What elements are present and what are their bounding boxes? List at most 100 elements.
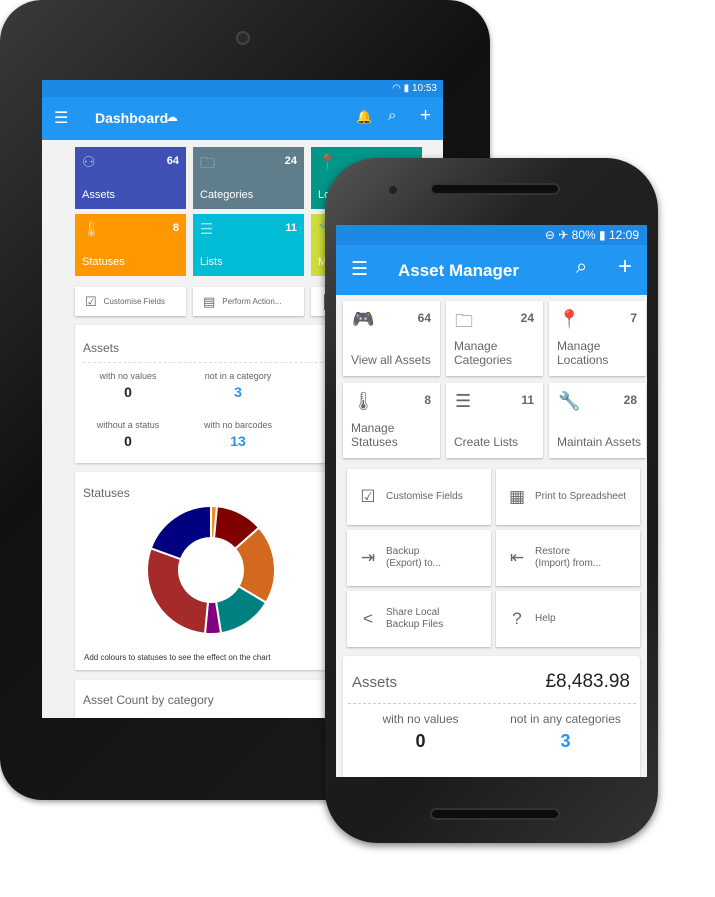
tile-label: Categories [200, 189, 254, 201]
phone-camera [388, 185, 398, 195]
card-title: Statuses [83, 486, 130, 500]
action-button[interactable]: ▤ Perform Action... [193, 287, 304, 316]
wifi-icon: ◠ ▮ [392, 83, 412, 94]
action-label: Share Local Backup Files [386, 607, 444, 630]
asset-stat[interactable]: without a status 0 [73, 420, 183, 449]
cloud-icon[interactable]: ☁ [166, 110, 178, 124]
donut-slice-5 [146, 547, 210, 635]
tile-label: Lists [200, 256, 223, 268]
app-title: Asset Manager [398, 261, 519, 280]
plus-icon[interactable]: + [618, 253, 632, 281]
phone-tile-2[interactable]: 📍 7 Manage Locations [549, 301, 646, 376]
phone-tile-0[interactable]: 🎮 64 View all Assets [343, 301, 440, 376]
wrench-icon: 🔧 [558, 391, 581, 411]
asset-stat[interactable]: not in any categories 3 [493, 712, 638, 752]
tile-label: View all Assets [351, 353, 431, 367]
excel-icon: ▦ [508, 487, 526, 506]
tile-4[interactable]: ☰ 11 Lists [193, 214, 304, 276]
tile-0[interactable]: ⚇ 64 Assets [75, 147, 186, 209]
stat-label: not in any categories [510, 712, 621, 726]
share-icon: < [363, 609, 373, 628]
card-title: Assets [83, 341, 120, 355]
checkbox-icon: ☑ [85, 293, 97, 309]
phone-toolbar: ☰ Asset Manager ⌕ + [336, 245, 647, 295]
checkbox-icon: ☑ [360, 487, 376, 506]
status-time: 10:53 [411, 83, 437, 94]
location-icon: 📍 [558, 309, 581, 329]
tablet-toolbar: ☰ Dashboard ☁ 🔔 ⌕ + [42, 97, 443, 140]
action-label: Backup (Export) to... [386, 546, 442, 569]
plus-icon[interactable]: + [420, 105, 431, 127]
do-not-disturb-icon: ⊖ [544, 228, 559, 242]
action-button[interactable]: ☑ Customise Fields [75, 287, 186, 316]
bell-icon[interactable]: 🔔 [356, 109, 372, 125]
tile-count: 7 [630, 311, 637, 325]
action-label: Help [535, 613, 556, 624]
tile-label: Maintain Assets [557, 435, 642, 449]
import-icon: ⇤ [509, 548, 525, 567]
phone-tile-4[interactable]: ☰ 11 Create Lists [446, 383, 543, 458]
menu-icon[interactable]: ☰ [54, 108, 68, 128]
phone-action-button[interactable]: ▦ Print to Spreadsheet [496, 469, 640, 525]
gamepad-icon: 🎮 [352, 309, 375, 329]
phone-action-button[interactable]: ☑ Customise Fields [347, 469, 491, 525]
tile-label: Manage Statuses [351, 421, 398, 449]
phone-action-button[interactable]: ⇤ Restore (Import) from... [496, 530, 640, 586]
tile-label: Assets [82, 189, 116, 201]
tile-3[interactable]: 🌡 8 Statuses [75, 214, 186, 276]
phone-action-button[interactable]: < Share Local Backup Files [347, 591, 491, 647]
tile-count: 24 [284, 155, 297, 167]
asset-stat[interactable]: with no values 0 [348, 712, 493, 752]
action-label: Print to Spreadsheet [535, 491, 627, 502]
action-label: Customise Fields [386, 491, 463, 502]
action-label: Perform Action... [222, 297, 282, 306]
chart-note: Add colours to statuses to see the effec… [84, 653, 271, 662]
tile-label: Statuses [82, 256, 125, 268]
stat-value: 13 [230, 433, 246, 449]
asset-stat[interactable]: with no values 0 [73, 371, 183, 400]
phone-speaker-bottom [430, 808, 560, 820]
search-icon[interactable]: ⌕ [576, 256, 587, 279]
stat-label: not in a category [204, 371, 272, 381]
tile-count: 11 [285, 222, 297, 234]
tile-count: 11 [521, 393, 534, 407]
gamepad-icon: ⚇ [82, 154, 96, 171]
donut-slice-6 [149, 504, 212, 561]
stat-value: 0 [415, 731, 426, 751]
help-icon: ? [512, 609, 522, 628]
menu-icon[interactable]: ☰ [351, 258, 368, 281]
assets-summary-card: Assets £8,483.98 with no values 0 not in a… [343, 656, 640, 777]
export-icon: ⇥ [360, 548, 376, 567]
stat-label: without a status [96, 420, 160, 430]
calendar-icon: ▤ [203, 293, 216, 309]
action-label: Restore (Import) from... [535, 546, 602, 569]
search-icon[interactable]: ⌕ [388, 107, 396, 124]
tile-count: 28 [623, 393, 637, 407]
asset-stat[interactable]: with no barcodes 13 [183, 420, 293, 449]
stat-value: 0 [124, 433, 132, 449]
tablet-camera [236, 31, 250, 45]
tile-label: Create Lists [454, 435, 519, 449]
list-icon: ☰ [455, 391, 472, 411]
folder-icon: 🗀 [455, 311, 473, 331]
folder-icon: 🗀 [200, 155, 216, 172]
asset-stat[interactable]: not in a category 3 [183, 371, 293, 400]
stat-label: with no values [382, 712, 459, 726]
phone-action-button[interactable]: ⇥ Backup (Export) to... [347, 530, 491, 586]
tile-label: Manage Categories [454, 339, 513, 367]
phone-tile-3[interactable]: 🌡 8 Manage Statuses [343, 383, 440, 458]
card-title: Asset Count by category [83, 693, 214, 707]
card-title: Assets [352, 674, 398, 691]
tile-1[interactable]: 🗀 24 Categories [193, 147, 304, 209]
stat-value: 3 [560, 731, 571, 751]
phone-tile-5[interactable]: 🔧 28 Maintain Assets [549, 383, 646, 458]
status-time: 12:09 [608, 228, 639, 242]
stat-value: 3 [234, 384, 242, 400]
phone-status-bar: ⊖ ✈ 80% ▮ 12:09 [336, 225, 647, 245]
stat-label: with no barcodes [203, 420, 273, 430]
phone-tile-1[interactable]: 🗀 24 Manage Categories [446, 301, 543, 376]
thermometer-icon: 🌡 [82, 221, 102, 238]
phone-action-button[interactable]: ? Help [496, 591, 640, 647]
action-label: Customise Fields [103, 297, 166, 306]
statuses-donut-chart [146, 504, 276, 635]
